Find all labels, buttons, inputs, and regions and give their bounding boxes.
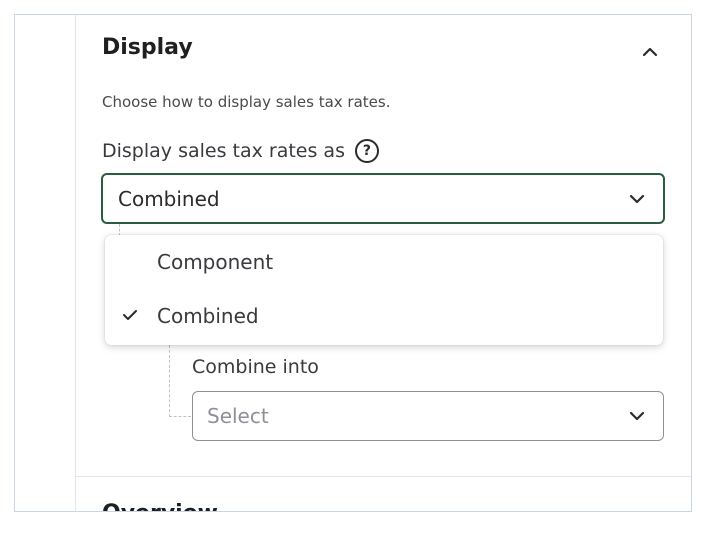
combine-into-select[interactable]: Select — [192, 391, 664, 441]
settings-panel: Display Choose how to display sales tax … — [14, 14, 692, 512]
display-rates-label: Display sales tax rates as ? — [102, 139, 379, 163]
tree-connector — [169, 345, 170, 417]
help-circle-icon[interactable]: ? — [354, 139, 379, 163]
chevron-down-icon — [629, 194, 645, 204]
combine-into-placeholder: Select — [207, 404, 269, 428]
chevron-up-icon — [642, 47, 658, 57]
display-rates-dropdown-menu: Component Combined — [105, 235, 663, 345]
display-rates-selected-value: Combined — [118, 186, 220, 211]
collapse-section-button[interactable] — [637, 39, 663, 65]
check-icon — [123, 310, 137, 320]
display-rates-label-text: Display sales tax rates as — [102, 140, 345, 162]
tree-connector — [169, 416, 191, 417]
next-section-title: Overview — [102, 501, 222, 511]
option-combined[interactable]: Combined — [105, 291, 663, 341]
section-description: Choose how to display sales tax rates. — [102, 93, 391, 111]
display-rates-select[interactable]: Combined — [101, 173, 665, 224]
option-component[interactable]: Component — [105, 237, 663, 287]
option-label: Combined — [157, 304, 259, 328]
option-label: Component — [157, 250, 274, 274]
section-title: Display — [102, 35, 193, 60]
chevron-down-icon — [629, 411, 645, 421]
left-divider — [75, 15, 76, 511]
section-divider — [75, 476, 691, 477]
combine-into-label: Combine into — [192, 356, 319, 378]
